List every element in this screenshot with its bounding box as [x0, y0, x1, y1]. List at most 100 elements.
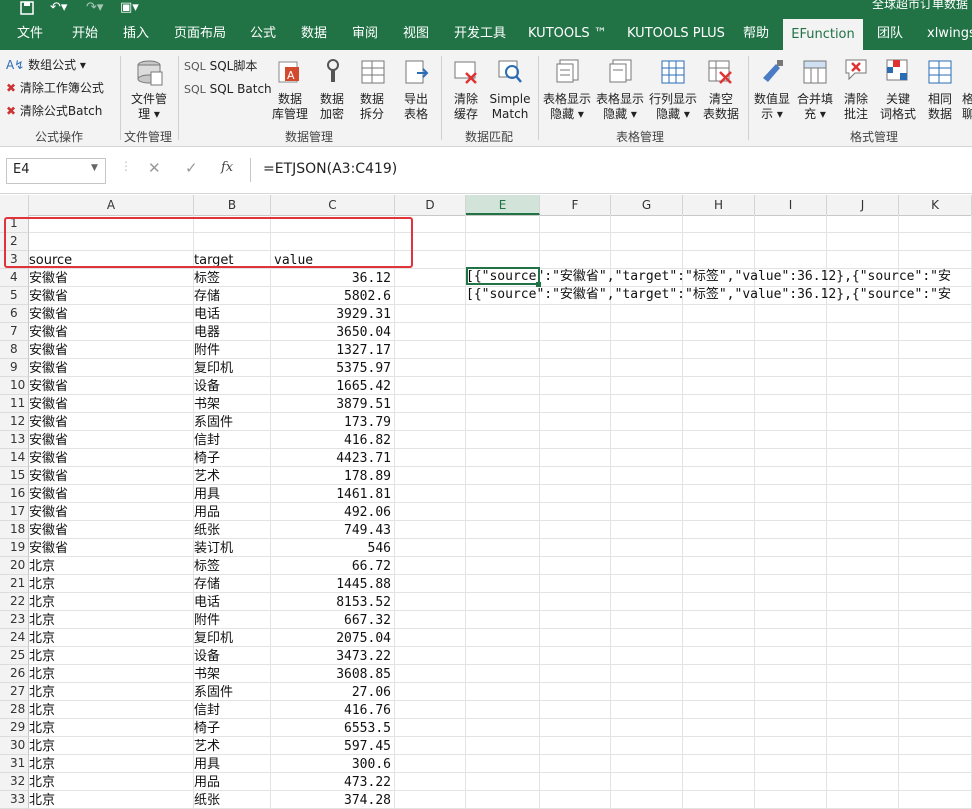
cell[interactable] [466, 413, 540, 431]
cell[interactable] [683, 233, 755, 251]
cell[interactable] [827, 431, 899, 449]
cell[interactable] [899, 233, 972, 251]
cell[interactable] [827, 341, 899, 359]
row-header[interactable]: 15 [0, 467, 29, 485]
cell[interactable]: 设备 [194, 647, 271, 665]
cell[interactable] [611, 575, 683, 593]
cell[interactable] [683, 449, 755, 467]
cell[interactable]: 3608.85 [271, 665, 395, 683]
cell[interactable] [755, 719, 827, 737]
row-header[interactable]: 12 [0, 413, 29, 431]
cell[interactable]: 标签 [194, 557, 271, 575]
cell[interactable]: 书架 [194, 665, 271, 683]
cell[interactable]: 安徽省 [29, 395, 194, 413]
cell[interactable]: 存储 [194, 287, 271, 305]
cell[interactable] [827, 485, 899, 503]
cell[interactable] [611, 773, 683, 791]
undo-icon[interactable]: ↶▾ [50, 1, 67, 15]
cell[interactable] [683, 791, 755, 809]
cell[interactable] [540, 431, 611, 449]
cell[interactable]: 装订机 [194, 539, 271, 557]
row-header[interactable]: 29 [0, 719, 29, 737]
cell[interactable] [827, 719, 899, 737]
cell[interactable]: 1445.88 [271, 575, 395, 593]
cell[interactable] [899, 701, 972, 719]
cell[interactable] [683, 431, 755, 449]
cell[interactable] [899, 431, 972, 449]
cell[interactable] [827, 305, 899, 323]
cell[interactable] [683, 485, 755, 503]
cell[interactable] [899, 539, 972, 557]
cell[interactable]: 北京 [29, 737, 194, 755]
cell[interactable] [755, 413, 827, 431]
column-header-b[interactable]: B [194, 195, 271, 215]
cell[interactable] [466, 395, 540, 413]
cell[interactable]: 473.22 [271, 773, 395, 791]
row-header[interactable]: 6 [0, 305, 29, 323]
cell[interactable] [827, 701, 899, 719]
cell[interactable] [611, 611, 683, 629]
cell[interactable]: 北京 [29, 701, 194, 719]
cell[interactable] [683, 611, 755, 629]
cell[interactable] [755, 593, 827, 611]
cell[interactable] [611, 413, 683, 431]
row-header[interactable]: 20 [0, 557, 29, 575]
tab-xlwings[interactable]: xlwings [927, 18, 972, 50]
cell[interactable]: 安徽省 [29, 269, 194, 287]
column-header-k[interactable]: K [899, 195, 972, 215]
cell[interactable]: 艺术 [194, 737, 271, 755]
cell[interactable] [395, 413, 466, 431]
cell[interactable] [466, 611, 540, 629]
cell[interactable] [611, 521, 683, 539]
cell[interactable]: 546 [271, 539, 395, 557]
cell[interactable] [899, 575, 972, 593]
row-header[interactable]: 31 [0, 755, 29, 773]
cell[interactable] [827, 503, 899, 521]
row-header[interactable]: 4 [0, 269, 29, 287]
cell[interactable] [611, 647, 683, 665]
cell[interactable]: 173.79 [271, 413, 395, 431]
cell[interactable] [827, 359, 899, 377]
cell[interactable] [395, 557, 466, 575]
formula-input[interactable]: =ETJSON(A3:C419) [250, 158, 972, 182]
cell[interactable]: 纸张 [194, 521, 271, 539]
tab-page-layout[interactable]: 页面布局 [174, 18, 226, 50]
cell[interactable] [827, 449, 899, 467]
cell[interactable]: 北京 [29, 629, 194, 647]
name-box-dropdown-icon[interactable]: ▼ [91, 163, 98, 173]
cell[interactable] [827, 323, 899, 341]
cell[interactable] [395, 503, 466, 521]
cell[interactable] [540, 629, 611, 647]
cell[interactable] [755, 485, 827, 503]
cell[interactable] [611, 485, 683, 503]
table-show-hide-button-2[interactable]: 表格显示 隐藏 ▾ [593, 92, 647, 122]
cell[interactable] [395, 377, 466, 395]
cell[interactable]: 300.6 [271, 755, 395, 773]
cell[interactable] [683, 665, 755, 683]
column-header-e[interactable]: E [466, 195, 540, 215]
cell[interactable] [755, 359, 827, 377]
cell[interactable] [899, 773, 972, 791]
cell[interactable]: 北京 [29, 719, 194, 737]
export-table-button[interactable]: 导出 表格 [398, 92, 434, 122]
cell[interactable] [827, 575, 899, 593]
cell[interactable] [611, 323, 683, 341]
cell[interactable] [683, 647, 755, 665]
cell[interactable] [395, 323, 466, 341]
cell[interactable]: 安徽省 [29, 377, 194, 395]
cell[interactable] [899, 611, 972, 629]
same-data-button[interactable]: 相同 数据 [921, 92, 959, 122]
cell[interactable] [466, 575, 540, 593]
cell[interactable] [683, 413, 755, 431]
tab-team[interactable]: 团队 [877, 18, 903, 50]
cell[interactable]: 416.82 [271, 431, 395, 449]
cell[interactable]: 北京 [29, 647, 194, 665]
column-header-a[interactable]: A [29, 195, 194, 215]
cell[interactable] [466, 503, 540, 521]
cell[interactable] [683, 323, 755, 341]
cell[interactable] [755, 395, 827, 413]
cell[interactable]: 3473.22 [271, 647, 395, 665]
cell[interactable] [540, 683, 611, 701]
cell[interactable] [540, 377, 611, 395]
cell[interactable]: 附件 [194, 611, 271, 629]
